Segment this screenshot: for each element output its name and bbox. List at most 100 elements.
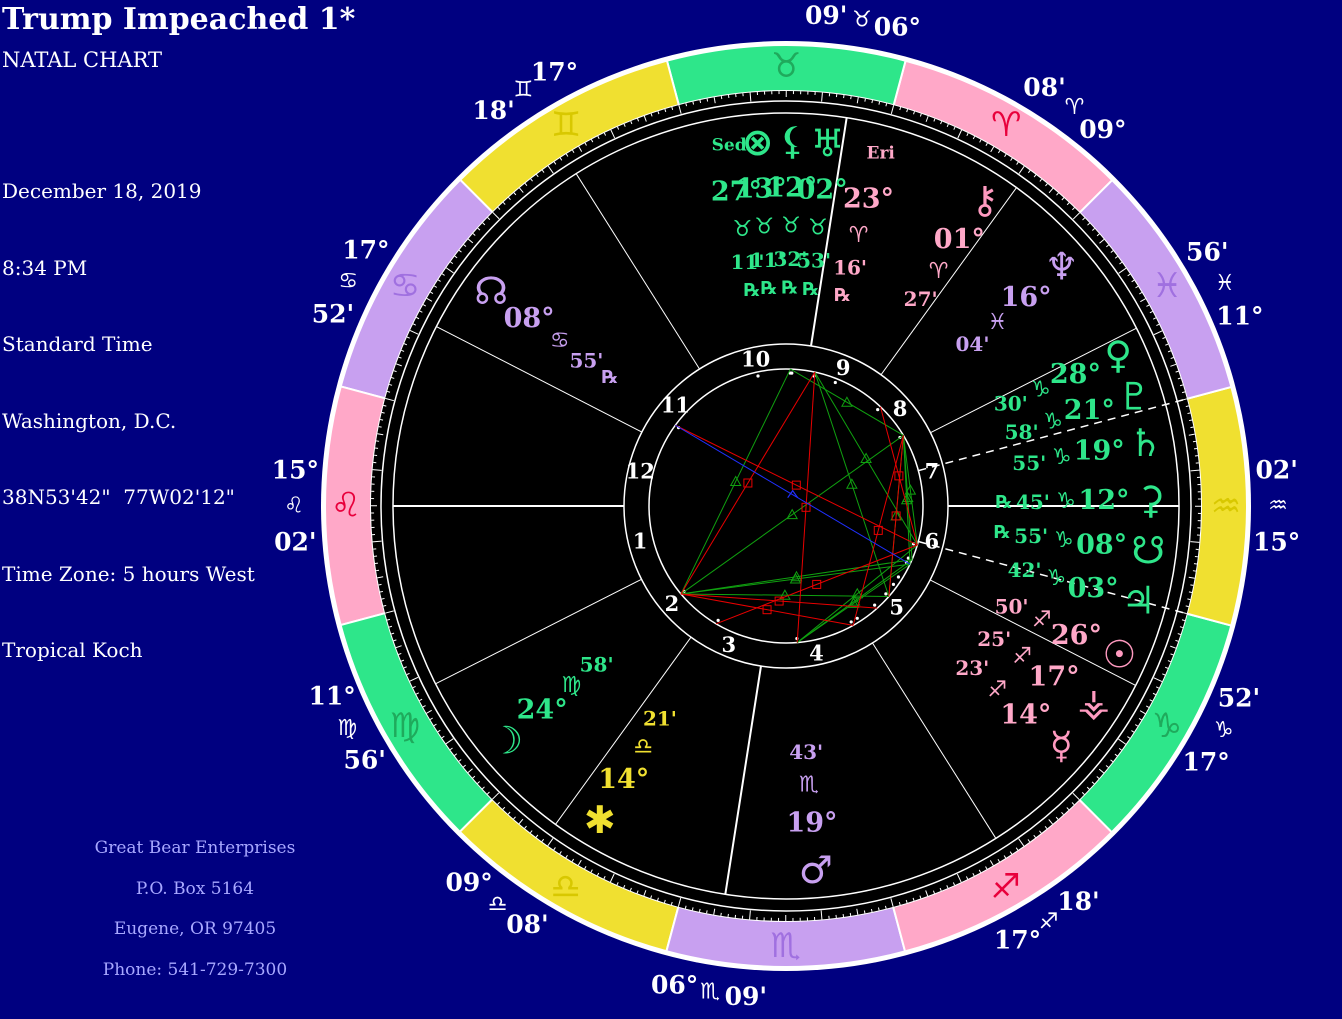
cusp-minute-2: 56'	[343, 746, 385, 775]
degree-tick	[1190, 426, 1194, 429]
degree-tick	[1187, 412, 1191, 415]
planet-retro-south-node: ℞	[994, 522, 1010, 543]
degree-tick	[863, 910, 866, 914]
cusp-minute-10: 09'	[805, 1, 847, 30]
planet-sign-jupiter: ♑	[1047, 566, 1067, 591]
cusp-sign-glyph-6: ♑	[1214, 718, 1234, 743]
planet-degree-south-node: 08°	[1076, 529, 1127, 560]
cusp-degree-11: 17°	[531, 57, 578, 86]
planet-marker-vesta	[855, 616, 859, 620]
cusp-degree-9: 09°	[1079, 115, 1126, 144]
cusp-minute-11: 18'	[472, 96, 514, 125]
degree-tick	[877, 907, 880, 911]
planet-sign-juno: ♎	[633, 734, 653, 759]
planet-sign-black-moon: ♉	[781, 214, 801, 239]
cusp-sign-glyph-4: ♏	[700, 980, 720, 1005]
planet-sign-venus: ♑	[1031, 378, 1051, 403]
planet-sign-mars: ♏	[799, 773, 819, 798]
degree-tick	[381, 597, 385, 600]
planet-glyph-mercury: ☿	[1050, 724, 1073, 768]
degree-tick	[684, 905, 687, 909]
footer: Great Bear Enterprises P.O. Box 5164 Eug…	[60, 838, 330, 1000]
cusp-sign-glyph-7: ♒	[1268, 494, 1288, 519]
cusp-sign-glyph-8: ♓	[1215, 271, 1235, 296]
degree-tick	[381, 411, 385, 414]
planet-degree-ceres: 12°	[1078, 485, 1129, 516]
degree-tick	[378, 426, 382, 428]
cusp-minute-9: 08'	[1023, 73, 1065, 102]
house-number-5: 5	[889, 595, 904, 620]
planet-sign-eris: ♈	[849, 223, 869, 248]
house-number-11: 11	[661, 392, 690, 417]
planet-degree-vesta: 17°	[1029, 662, 1080, 693]
planet-minute-chiron: 27'	[904, 287, 938, 311]
house-number-12: 12	[626, 458, 655, 483]
planet-retro-uranus: ℞	[803, 279, 819, 300]
house-number-1: 1	[633, 528, 648, 553]
planet-marker-south-node	[891, 582, 896, 586]
cusp-degree-8: 11°	[1216, 302, 1263, 331]
cusp-minute-3: 08'	[506, 910, 548, 939]
degree-tick	[884, 905, 887, 909]
cusp-degree-10: 06°	[874, 12, 921, 41]
house-number-9: 9	[836, 355, 851, 380]
planet-glyph-venus: ♀	[1104, 333, 1132, 377]
planet-marker-jupiter	[884, 592, 888, 596]
planet-glyph-jupiter: ♃	[1121, 579, 1155, 623]
cusp-degree-5: 17°	[994, 926, 1041, 955]
planet-glyph-juno: ✱	[584, 798, 616, 842]
cusp-degree-6: 17°	[1182, 748, 1229, 777]
house-number-2: 2	[665, 591, 680, 616]
planet-glyph-uranus: ♅	[810, 121, 844, 165]
planet-degree-north-node: 08°	[504, 303, 555, 334]
planet-marker-black-moon	[790, 371, 794, 375]
planet-degree-moon: 24°	[517, 695, 568, 726]
planet-retro-north-node: ℞	[602, 367, 618, 388]
degree-tick	[878, 101, 881, 105]
planet-sign-chiron: ♈	[929, 259, 949, 284]
planet-sign-uranus: ♉	[808, 215, 828, 240]
planet-sign-pluto: ♑	[1043, 409, 1063, 434]
planet-minute-ceres: 45'	[1016, 490, 1050, 514]
footer-company: Great Bear Enterprises	[94, 838, 296, 858]
planet-retro-black-moon: ℞	[782, 278, 798, 299]
cusp-sign-glyph-5: ♐	[1039, 910, 1059, 935]
cusp-sign-glyph-3: ♎	[488, 892, 508, 917]
cusp-minute-7: 02'	[1255, 455, 1297, 484]
degree-tick	[685, 103, 688, 107]
sign-glyph-taurus: ♉	[771, 46, 801, 86]
planet-sign-north-node: ♋	[550, 328, 570, 353]
planet-retro-part-of-fortune: ℞	[761, 278, 777, 299]
sign-glyph-gemini: ♊	[551, 105, 581, 145]
planet-sign-saturn: ♑	[1052, 445, 1072, 470]
footer-city: Eugene, OR 97405	[113, 919, 277, 939]
planet-minute-mars: 43'	[789, 740, 823, 764]
planet-degree-juno: 14°	[598, 764, 649, 795]
degree-tick	[1185, 405, 1189, 408]
planet-glyph-mars: ♂	[799, 848, 833, 892]
degree-tick	[885, 103, 888, 107]
planet-marker-eris	[833, 380, 837, 385]
planet-glyph-sun: ☉	[1102, 633, 1136, 677]
planet-glyph-vesta: ⚶	[1078, 680, 1110, 724]
degree-tick	[870, 908, 873, 913]
sign-glyph-aries: ♈	[991, 105, 1021, 145]
planet-sign-part-of-fortune: ♉	[754, 214, 774, 239]
planet-degree-saturn: 19°	[1074, 435, 1125, 466]
planet-marker-chiron	[876, 408, 880, 412]
planet-glyph-saturn: ♄	[1128, 421, 1162, 465]
cusp-minute-12: 52'	[312, 300, 354, 329]
cusp-degree-2: 11°	[308, 681, 355, 710]
degree-tick	[1190, 584, 1194, 586]
planet-degree-pluto: 21°	[1064, 395, 1115, 426]
planet-minute-eris: 16'	[833, 255, 867, 279]
sign-glyph-libra: ♎	[551, 867, 581, 907]
planet-minute-jupiter: 42'	[1008, 558, 1042, 582]
planet-minute-uranus: 53'	[797, 249, 831, 273]
planet-glyph-black-moon: ⚸	[779, 119, 807, 163]
cusp-degree-1: 15°	[272, 455, 319, 484]
house-number-3: 3	[722, 632, 737, 657]
cusp-minute-5: 18'	[1057, 887, 1099, 916]
planet-minute-juno: 21'	[643, 706, 677, 730]
degree-tick	[699, 99, 702, 104]
